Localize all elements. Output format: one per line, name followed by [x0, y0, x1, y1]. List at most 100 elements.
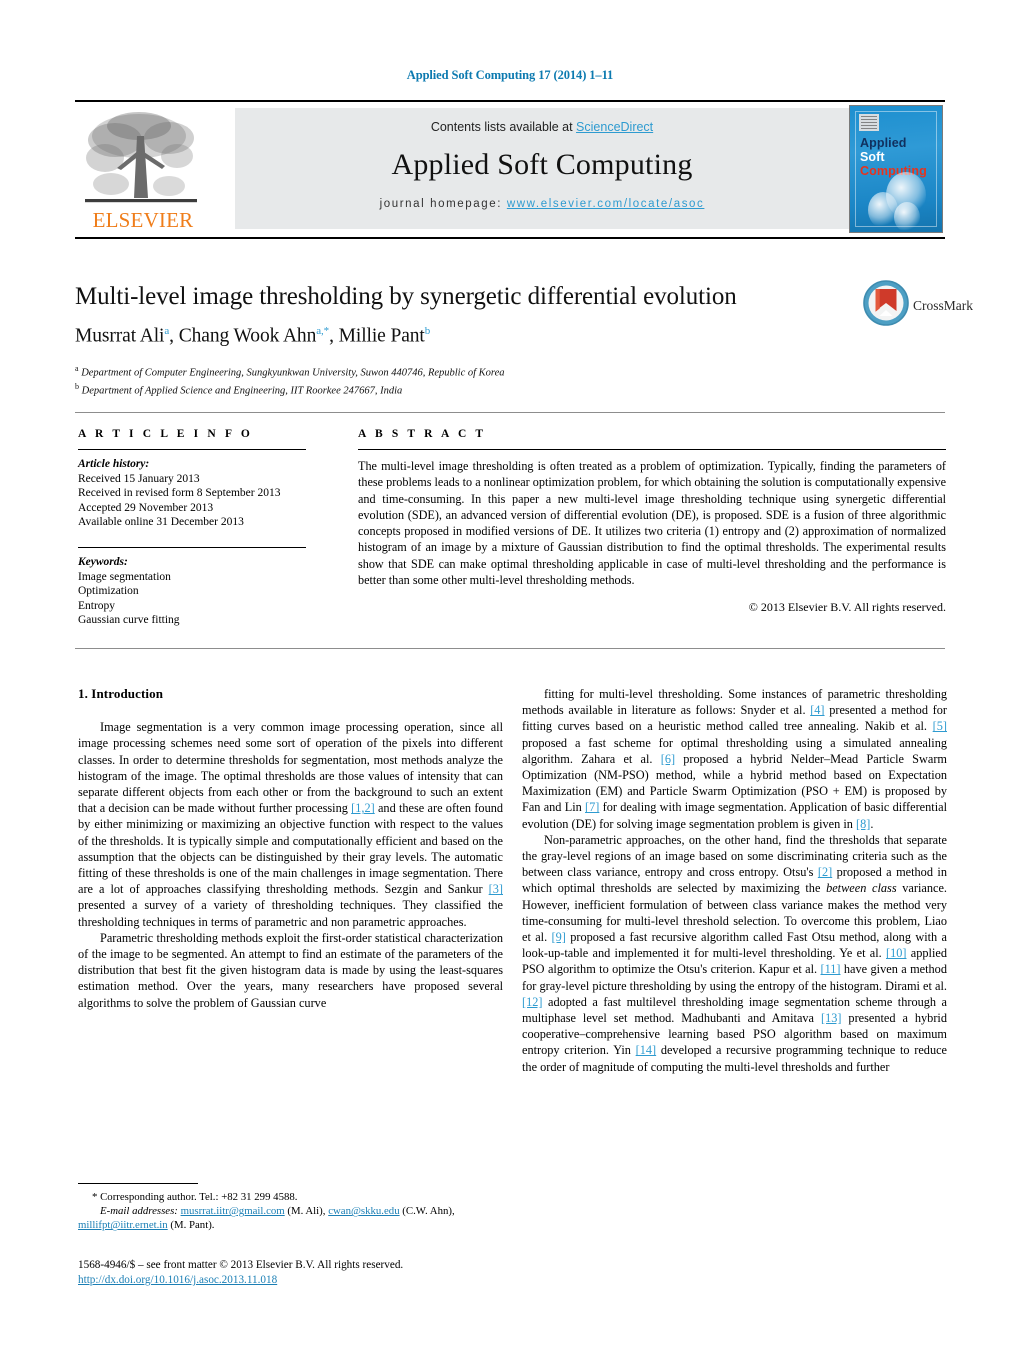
article-info-heading: A R T I C L E I N F O [78, 428, 253, 440]
author-list: Musrrat Alia, Chang Wook Ahna,*, Millie … [75, 325, 431, 347]
elsevier-tree-icon [85, 112, 197, 203]
body-paragraph: fitting for multi-level thresholding. So… [522, 687, 948, 831]
keyword-item: Image segmentation [78, 570, 171, 583]
title-block: Multi-level image thresholding by synerg… [75, 282, 865, 399]
elsevier-wordmark: ELSEVIER [92, 208, 194, 232]
paper-page: Applied Soft Computing 17 (2014) 1–11 EL… [0, 0, 1020, 1351]
abstract-section: A B S T R A C T The multi-level image th… [358, 428, 946, 615]
contents-available-line: Contents lists available at ScienceDirec… [235, 120, 849, 134]
crossmark-label: CrossMark [913, 298, 973, 313]
body-column-left: 1. Introduction Image segmentation is a … [78, 686, 503, 1011]
email-addresses-line: E-mail addresses: musrrat.iitr@gmail.com… [78, 1204, 503, 1232]
imprint-block: 1568-4946/$ – see front matter © 2013 El… [78, 1258, 518, 1288]
contents-box: Contents lists available at ScienceDirec… [235, 108, 849, 229]
journal-homepage-link[interactable]: www.elsevier.com/locate/asoc [507, 198, 705, 210]
citation-link[interactable]: [2] [818, 865, 832, 879]
journal-cover-thumbnail[interactable]: Applied Soft Computing [849, 105, 943, 233]
crossmark-icon [863, 280, 909, 326]
author-name: Musrrat Ali [75, 325, 165, 347]
citation-link[interactable]: [1,2] [351, 801, 375, 815]
left-column-paragraphs: Image segmentation is a very common imag… [78, 719, 503, 1011]
body-paragraph: Parametric thresholding methods exploit … [78, 930, 503, 1010]
keyword-item: Optimization [78, 585, 139, 598]
homepage-label: journal homepage: [379, 198, 507, 210]
journal-homepage-line: journal homepage: www.elsevier.com/locat… [235, 198, 849, 210]
keywords-rule [78, 546, 306, 548]
citation-link[interactable]: [11] [820, 962, 840, 976]
abstract-heading: A B S T R A C T [358, 428, 487, 440]
contents-prefix: Contents lists available at [430, 120, 577, 134]
paper-title: Multi-level image thresholding by synerg… [75, 283, 737, 310]
abstract-rule [358, 449, 946, 450]
author-name: Millie Pant [338, 325, 425, 347]
citation-link[interactable]: [4] [810, 703, 824, 717]
citation-link[interactable]: [7] [585, 800, 599, 814]
keywords-heading: Keywords: [78, 555, 128, 568]
author-affiliation-mark: a [164, 325, 170, 337]
body-paragraph: Image segmentation is a very common imag… [78, 720, 504, 929]
article-history-lines: Received 15 January 2013 Received in revi… [78, 472, 328, 530]
footnote-rule [78, 1183, 198, 1184]
keyword-item: Entropy [78, 599, 116, 612]
abstract-copyright: © 2013 Elsevier B.V. All rights reserved… [748, 600, 946, 615]
article-history-item: Accepted 29 November 2013 [78, 501, 214, 514]
article-history-item: Received in revised form 8 September 201… [78, 487, 281, 500]
article-history-item: Received 15 January 2013 [78, 472, 200, 485]
email-owner: (M. Pant). [167, 1219, 215, 1232]
abstract-text: The multi-level image thresholding is of… [358, 459, 946, 588]
corresponding-author-line: * Corresponding author. Tel.: +82 31 299… [92, 1191, 298, 1203]
email-link[interactable]: millifpt@iitr.ernet.in [78, 1219, 168, 1231]
author-affiliation-mark: b [424, 325, 431, 337]
citation-link[interactable]: [10] [886, 946, 907, 960]
article-info-rule [78, 449, 306, 450]
citation-link[interactable]: [8] [856, 817, 870, 831]
article-history-item: Available online 31 December 2013 [78, 516, 244, 529]
journal-masthead: ELSEVIER Contents lists available at Sci… [75, 100, 945, 239]
author-name: Chang Wook Ahn [178, 325, 317, 347]
divider-below-abstract [75, 648, 945, 649]
citation-link[interactable]: [13] [821, 1011, 842, 1025]
crossmark-badge[interactable]: CrossMark [863, 278, 973, 336]
email-link[interactable]: musrrat.iitr@gmail.com [181, 1205, 285, 1217]
cover-line-applied: Applied [860, 136, 907, 150]
affiliation-list: a Department of Computer Engineering, Su… [75, 362, 865, 399]
citation-link[interactable]: [3] [489, 882, 503, 896]
affiliation-mark: b [75, 382, 79, 391]
journal-title: Applied Soft Computing [391, 148, 693, 181]
cover-line-soft: Soft [860, 150, 885, 164]
affiliation-mark: a [75, 363, 79, 373]
footnote-block: * Corresponding author. Tel.: +82 31 299… [78, 1183, 503, 1233]
email-owner: (C.W. Ahn), [399, 1205, 455, 1218]
affiliation-line: b Department of Applied Science and Engi… [75, 382, 403, 397]
elsevier-logo: ELSEVIER [77, 106, 205, 232]
email-owner: (M. Ali), [284, 1205, 329, 1218]
article-info-section: A R T I C L E I N F O Article history: R… [78, 428, 328, 628]
citation-link[interactable]: [6] [661, 752, 675, 766]
keyword-lines: Image segmentation Optimization Entropy Gau… [78, 570, 328, 628]
divider-above-info [75, 412, 945, 413]
email-addresses-label: E-mail addresses: [100, 1205, 181, 1218]
keyword-item: Gaussian curve fitting [78, 614, 180, 627]
citation-link[interactable]: [12] [522, 995, 543, 1009]
author-affiliation-mark: a,* [316, 325, 330, 337]
email-link[interactable]: cwan@skku.edu [328, 1205, 399, 1217]
section-heading-introduction: 1. Introduction [78, 686, 164, 701]
doi-link[interactable]: http://dx.doi.org/10.1016/j.asoc.2013.11… [78, 1274, 277, 1286]
running-head: Applied Soft Computing 17 (2014) 1–11 [406, 68, 614, 82]
citation-link[interactable]: [14] [636, 1043, 657, 1057]
article-history: Article history: Received 15 January 201… [78, 457, 328, 530]
citation-link[interactable]: [9] [552, 930, 566, 944]
citation-link[interactable]: [5] [933, 719, 947, 733]
sciencedirect-link[interactable]: ScienceDirect [576, 120, 653, 134]
body-column-right: fitting for multi-level thresholding. So… [522, 686, 947, 1075]
body-paragraph: Non-parametric approaches, on the other … [522, 832, 948, 1074]
cover-blob-2 [868, 192, 898, 228]
emphasis-text: between class [826, 881, 897, 896]
cover-elsevier-mark-icon [859, 114, 879, 131]
right-column-paragraphs: fitting for multi-level thresholding. So… [522, 686, 947, 1075]
article-history-heading: Article history: [78, 458, 150, 470]
issn-frontmatter-line: 1568-4946/$ – see front matter © 2013 El… [78, 1259, 404, 1271]
affiliation-line: a Department of Computer Engineering, Su… [75, 363, 505, 379]
keywords-block: Keywords: Image segmentation Optimization… [78, 555, 328, 628]
cover-blob-3 [894, 202, 920, 232]
